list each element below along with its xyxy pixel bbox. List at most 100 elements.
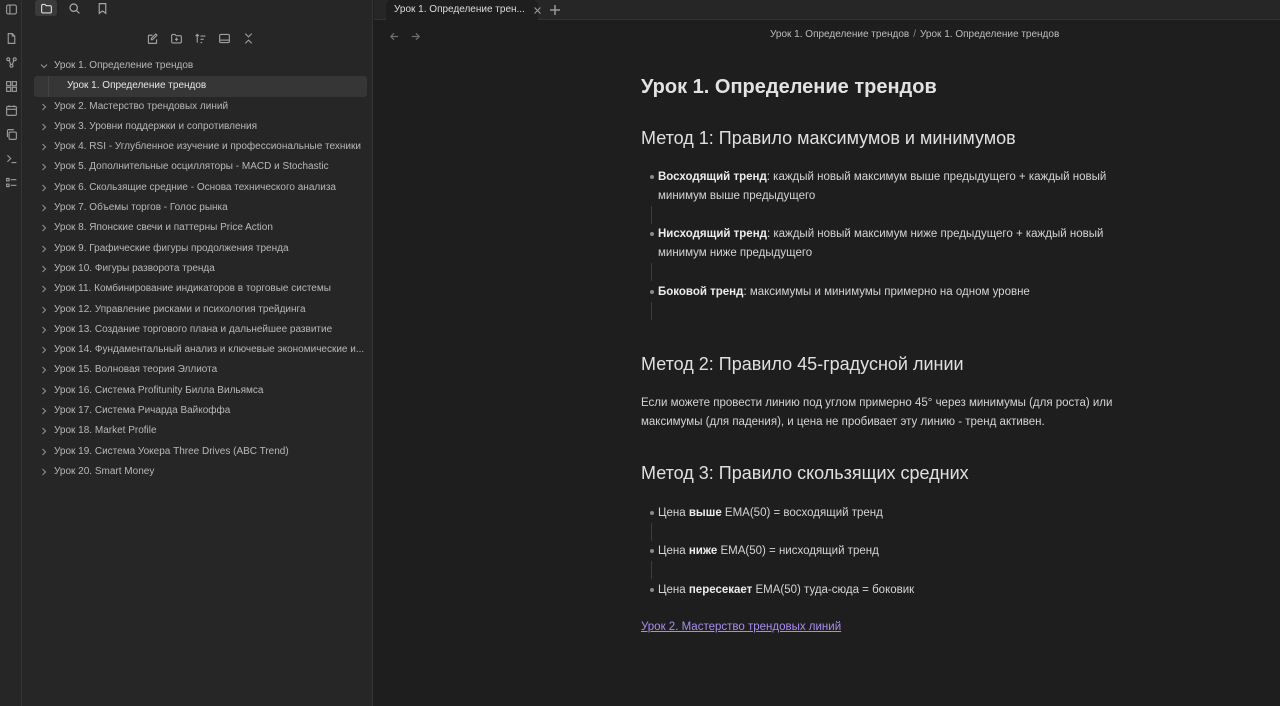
folder-item[interactable]: Урок 11. Комбинирование индикаторов в то… [34, 279, 367, 299]
folder-icon[interactable] [35, 0, 57, 16]
folder-item[interactable]: Урок 19. Система Уокера Three Drives (AB… [34, 442, 367, 462]
back-arrow-icon[interactable] [385, 27, 403, 45]
folder-item[interactable]: Урок 18. Market Profile [34, 421, 367, 441]
tree-item-label: Урок 4. RSI - Углубленное изучение и про… [54, 141, 361, 153]
terminal-icon[interactable] [3, 150, 19, 166]
breadcrumb-folder[interactable]: Урок 1. Определение трендов [770, 29, 909, 40]
tab-note[interactable]: Урок 1. Определение трен... [386, 0, 538, 20]
chevron-right-icon[interactable] [39, 360, 49, 380]
heading-method-3: Метод 3: Правило скользящих средних [641, 463, 969, 483]
folder-item[interactable]: Урок 17. Система Ричарда Вайкоффа [34, 401, 367, 421]
file-open-icon[interactable] [3, 30, 19, 46]
file-tree: Урок 1. Определение трендов Урок 1. Опред… [34, 56, 367, 482]
folder-item[interactable]: Урок 8. Японские свечи и паттерны Price … [34, 218, 367, 238]
folder-item[interactable]: Урок 1. Определение трендов [34, 56, 367, 76]
folder-item[interactable]: Урок 10. Фигуры разворота тренда [34, 259, 367, 279]
tab-title: Урок 1. Определение трен... [394, 4, 525, 15]
chevron-right-icon[interactable] [39, 401, 49, 421]
chevron-right-icon[interactable] [39, 137, 49, 157]
indent-guide [651, 523, 652, 541]
list-item: Боковой тренд: максимумы и минимумы прим… [650, 283, 1143, 302]
chevron-right-icon[interactable] [39, 97, 49, 117]
chevron-right-icon[interactable] [39, 279, 49, 299]
next-lesson-link[interactable]: Урок 2. Мастерство трендовых линий [641, 621, 841, 633]
chevron-right-icon[interactable] [39, 259, 49, 279]
ribbon [0, 0, 22, 706]
collapse-panel-icon[interactable] [215, 29, 233, 47]
folder-item[interactable]: Урок 6. Скользящие средние - Основа техн… [34, 178, 367, 198]
new-tab-icon[interactable] [546, 1, 564, 19]
bullet-text: : максимумы и минимумы примерно на одном… [743, 286, 1030, 298]
chevron-right-icon[interactable] [39, 178, 49, 198]
indent-guide [651, 206, 652, 224]
bullet-strong: Нисходящий тренд [658, 228, 767, 240]
tree-item-label: Урок 19. Система Уокера Three Drives (AB… [54, 445, 289, 457]
folder-item[interactable]: Урок 16. Система Profitunity Билла Вилья… [34, 381, 367, 401]
chevron-right-icon[interactable] [39, 239, 49, 259]
new-note-icon[interactable] [143, 29, 161, 47]
tree-item-label: Урок 17. Система Ричарда Вайкоффа [54, 405, 231, 417]
chevron-right-icon[interactable] [39, 421, 49, 441]
list-item: Цена пересекает EMA(50) туда-сюда = боко… [650, 581, 1143, 600]
bullet-text: Цена [658, 584, 689, 596]
chevron-right-icon[interactable] [39, 198, 49, 218]
tree-item-label: Урок 18. Market Profile [54, 425, 157, 437]
indent-guide [651, 263, 652, 281]
graph-icon[interactable] [3, 54, 19, 70]
chevron-right-icon[interactable] [39, 381, 49, 401]
list-item: Нисходящий тренд: каждый новый максимум … [650, 225, 1143, 262]
indent-guide [651, 302, 652, 320]
folder-item[interactable]: Урок 13. Создание торгового плана и даль… [34, 320, 367, 340]
tree-item-label: Урок 11. Комбинирование индикаторов в то… [54, 283, 331, 295]
tree-item-label: Урок 1. Определение трендов [54, 60, 194, 71]
bookmark-icon[interactable] [91, 0, 113, 16]
sidebar-toggle-icon[interactable] [3, 1, 19, 17]
bullet-text: Цена [658, 545, 689, 557]
folder-item[interactable]: Урок 3. Уровни поддержки и сопротивления [34, 117, 367, 137]
folder-item[interactable]: Урок 12. Управление рисками и психология… [34, 300, 367, 320]
view-header: Урок 1. Определение трендов / Урок 1. Опре… [374, 25, 1280, 47]
chevron-right-icon[interactable] [39, 157, 49, 177]
breadcrumb-separator: / [913, 29, 917, 40]
folder-item[interactable]: Урок 20. Smart Money [34, 462, 367, 482]
bullet-text: EMA(50) туда-сюда = боковик [752, 584, 915, 596]
search-icon[interactable] [63, 0, 85, 16]
forward-arrow-icon[interactable] [406, 27, 424, 45]
tree-item-label: Урок 2. Мастерство трендовых линий [54, 100, 229, 112]
tree-item-label: Урок 15. Волновая теория Эллиота [54, 364, 218, 376]
method-2-paragraph: Если можете провести линию под углом при… [641, 397, 1113, 428]
breadcrumb-file[interactable]: Урок 1. Определение трендов [920, 29, 1059, 40]
tree-item-label: Урок 3. Уровни поддержки и сопротивления [54, 120, 258, 132]
folder-item[interactable]: Урок 7. Объемы торгов - Голос рынка [34, 198, 367, 218]
folder-item[interactable]: Урок 2. Мастерство трендовых линий [34, 97, 367, 117]
folder-item[interactable]: Урок 9. Графические фигуры продолжения т… [34, 239, 367, 259]
file-item[interactable]: Урок 1. Определение трендов [34, 76, 367, 97]
tree-item-label: Урок 12. Управление рисками и психология… [54, 303, 306, 315]
chevron-down-icon[interactable] [39, 56, 49, 76]
chevron-right-icon[interactable] [39, 442, 49, 462]
close-icon[interactable] [530, 0, 544, 20]
folder-item[interactable]: Урок 15. Волновая теория Эллиота [34, 360, 367, 380]
folder-item[interactable]: Урок 4. RSI - Углубленное изучение и про… [34, 137, 367, 157]
chevron-right-icon[interactable] [39, 300, 49, 320]
sort-icon[interactable] [191, 29, 209, 47]
chevron-right-icon[interactable] [39, 462, 49, 482]
chevron-right-icon[interactable] [39, 340, 49, 360]
heading-method-2: Метод 2: Правило 45-градусной линии [641, 354, 964, 374]
chevron-right-icon[interactable] [39, 218, 49, 238]
chevron-right-icon[interactable] [39, 320, 49, 340]
collapse-all-icon[interactable] [239, 29, 257, 47]
file-explorer-sidebar: Урок 1. Определение трендов Урок 1. Опред… [22, 0, 373, 706]
canvas-icon[interactable] [3, 78, 19, 94]
copy-icon[interactable] [3, 126, 19, 142]
indent-guide [651, 561, 652, 579]
list-icon[interactable] [3, 174, 19, 190]
list-item: Восходящий тренд: каждый новый максимум … [650, 168, 1143, 205]
folder-item[interactable]: Урок 14. Фундаментальный анализ и ключев… [34, 340, 367, 360]
chevron-right-icon[interactable] [39, 117, 49, 137]
calendar-icon[interactable] [3, 102, 19, 118]
bullet-strong: Восходящий тренд [658, 171, 767, 183]
folder-item[interactable]: Урок 5. Дополнительные осцилляторы - MAC… [34, 157, 367, 177]
bullet-text: EMA(50) = восходящий тренд [721, 507, 883, 519]
new-folder-icon[interactable] [167, 29, 185, 47]
